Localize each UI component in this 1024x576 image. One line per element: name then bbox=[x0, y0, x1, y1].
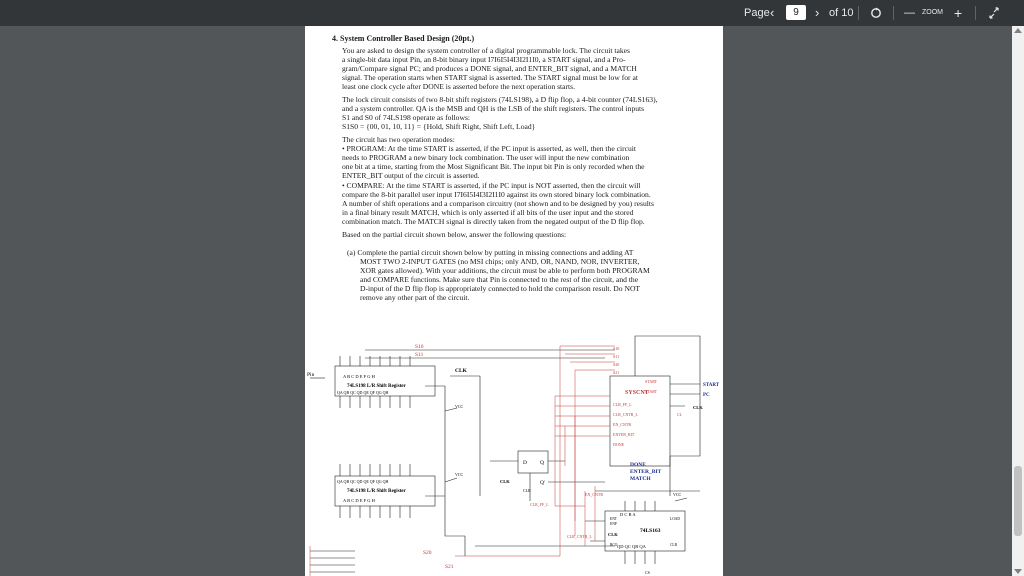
scroll-down-icon[interactable] bbox=[1014, 569, 1022, 574]
pin-label: Pin bbox=[307, 372, 315, 378]
sc-clr-ff: CLR_FF_L bbox=[613, 402, 632, 407]
clk-input: CLK bbox=[693, 405, 703, 410]
done-output: DONE bbox=[630, 462, 646, 468]
load-label: LOAD bbox=[670, 517, 680, 521]
pdf-page: 4. System Controller Based Design (20pt.… bbox=[305, 26, 723, 576]
toolbar-divider bbox=[893, 6, 894, 20]
paragraph-line: signal. The operation starts when START … bbox=[342, 73, 638, 82]
toolbar-divider bbox=[975, 6, 976, 20]
match-output: MATCH bbox=[630, 476, 651, 482]
question-line: MOST TWO 2-INPUT GATES (no MSI chips; on… bbox=[360, 257, 640, 266]
counter-outputs: QD QC QB QA bbox=[617, 544, 647, 549]
sc-start-label: START bbox=[645, 379, 658, 384]
cs-label: CS bbox=[645, 570, 650, 575]
paragraph-line: one bit at a time, starting from the Mos… bbox=[342, 162, 645, 171]
rotate-icon[interactable] bbox=[870, 0, 884, 26]
page-total: of 10 bbox=[829, 7, 854, 19]
clr-ff-label: CLR_FF_L bbox=[530, 502, 549, 507]
circuit-diagram: Pin S10 S11 S20 S21 CLK A B C D E F G H … bbox=[307, 335, 720, 576]
s10-label: S10 bbox=[415, 344, 424, 350]
clr-cntr-label: CLR_CNTR_L bbox=[567, 534, 592, 539]
dff-d-label: D bbox=[523, 460, 527, 466]
vcc-label: VCC bbox=[455, 472, 464, 477]
pc-output: PC bbox=[703, 393, 710, 398]
dff-q-label: Q bbox=[540, 460, 544, 466]
paragraph-line: • PROGRAM: At the time START is asserted… bbox=[342, 144, 636, 153]
clk-label: CLK bbox=[455, 368, 468, 374]
paragraph-line: A number of shift operations and a compa… bbox=[342, 199, 654, 208]
paragraph-line: S1S0 = {00, 01, 10, 11} = {Hold, Shift R… bbox=[342, 122, 536, 131]
sc-pc-label: START bbox=[645, 389, 658, 394]
dff-clk-label: CLK bbox=[500, 479, 510, 484]
question-line: and COMPARE functions. Make sure that Pi… bbox=[360, 275, 639, 284]
ent-label: ENT bbox=[610, 517, 618, 521]
rco-label: RCO bbox=[610, 543, 618, 547]
prev-page-button[interactable]: ‹ bbox=[770, 0, 774, 26]
reg-top-label: 74LS198 L/R Shift Register bbox=[347, 384, 407, 389]
paragraph-line: compare the 8-bit parallel user input I7… bbox=[342, 190, 651, 199]
page-number-input[interactable]: 9 bbox=[786, 5, 806, 20]
s21-label: S21 bbox=[445, 564, 454, 570]
question-line: D-input of the D flip flop is appropriat… bbox=[360, 284, 641, 293]
page-label: Page bbox=[744, 7, 770, 19]
counter-label: 74LS163 bbox=[640, 528, 661, 534]
zoom-label: ZOOM bbox=[922, 9, 943, 16]
zoom-in-button[interactable]: + bbox=[954, 0, 962, 26]
paragraph-line: The lock circuit consists of two 8-bit s… bbox=[342, 95, 658, 104]
reg-top-outputs: QA QB QC QD QE QF QG QH bbox=[337, 390, 389, 395]
sc-s21: S21 bbox=[613, 370, 619, 375]
sc-s11: S11 bbox=[613, 354, 619, 359]
question-line: (a) Complete the partial circuit shown b… bbox=[347, 248, 634, 257]
counter-clr-label: CLR bbox=[670, 543, 678, 547]
reg-bot-inputs: A B C D E F G H bbox=[343, 498, 376, 503]
sc-s20: S20 bbox=[613, 362, 619, 367]
reg-bot-label: 74LS198 L/R Shift Register bbox=[347, 489, 407, 494]
sc-clr-cntr: CLR_CNTR_L bbox=[613, 412, 638, 417]
toolbar-divider bbox=[858, 6, 859, 20]
vertical-scrollbar[interactable] bbox=[1012, 26, 1024, 576]
paragraph-line: • COMPARE: At the time START is asserted… bbox=[342, 181, 641, 190]
paragraph-line: S1 and S0 of 74LS198 operate as follows: bbox=[342, 113, 471, 122]
counter-clk: CLK bbox=[608, 532, 618, 537]
enp-label: ENP bbox=[610, 522, 617, 526]
enter-bit-output: ENTER_BIT bbox=[630, 469, 662, 475]
paragraph-line: needs to PROGRAM a new binary lock combi… bbox=[342, 153, 630, 162]
question-line: XOR gates allowed). With your additions,… bbox=[360, 266, 650, 275]
reg-top-inputs: A B C D E F G H bbox=[343, 374, 376, 379]
paragraph-line: in a final binary result MATCH, which is… bbox=[342, 208, 634, 217]
sc-enter-bit: ENTER_BIT bbox=[613, 432, 635, 437]
sc-s10: S10 bbox=[613, 346, 619, 351]
cl-label: CL bbox=[677, 412, 683, 417]
paragraph-line: a single-bit data input Pin, an 8-bit bi… bbox=[342, 55, 626, 64]
vcc-label: VCC bbox=[455, 404, 464, 409]
vcc-label: VCC bbox=[673, 492, 682, 497]
start-output: START bbox=[703, 383, 720, 388]
question-line: remove any other part of the circuit. bbox=[360, 293, 470, 302]
dff-clr-label: CLR bbox=[523, 488, 531, 493]
scroll-up-icon[interactable] bbox=[1014, 28, 1022, 33]
next-page-button[interactable]: › bbox=[815, 0, 819, 26]
en-cntr-label: EN_CNTR bbox=[585, 492, 603, 497]
reg-bot-outputs: QA QB QC QD QE QF QG QH bbox=[337, 479, 389, 484]
pdf-toolbar: Page ‹ 9 › of 10 — ZOOM + bbox=[0, 0, 1024, 26]
section-title: 4. System Controller Based Design (20pt.… bbox=[332, 34, 475, 43]
paragraph-line: combination match. The MATCH signal is d… bbox=[342, 217, 645, 226]
zoom-out-button[interactable]: — bbox=[904, 0, 915, 26]
fullscreen-icon[interactable] bbox=[988, 0, 1002, 26]
s20-label: S20 bbox=[423, 550, 432, 556]
s11-label: S11 bbox=[415, 352, 424, 358]
paragraph-line: The circuit has two operation modes: bbox=[342, 135, 455, 144]
paragraph-line: You are asked to design the system contr… bbox=[342, 46, 630, 55]
scroll-thumb[interactable] bbox=[1014, 466, 1022, 536]
sc-en-cntr: EN_CNTR bbox=[613, 422, 631, 427]
paragraph-line: Based on the partial circuit shown below… bbox=[342, 230, 567, 239]
counter-inputs: D C B A bbox=[620, 512, 636, 517]
paragraph-line: least one clock cycle after DONE is asse… bbox=[342, 82, 575, 91]
dff-qbar-label: Q' bbox=[540, 480, 545, 486]
paragraph-line: and a system controller. QA is the MSB a… bbox=[342, 104, 645, 113]
paragraph-line: ENTER_BIT output of the circuit is asser… bbox=[342, 171, 480, 180]
paragraph-line: gram/Compare signal PC; and produces a D… bbox=[342, 64, 637, 73]
sc-done: DONE bbox=[613, 442, 625, 447]
